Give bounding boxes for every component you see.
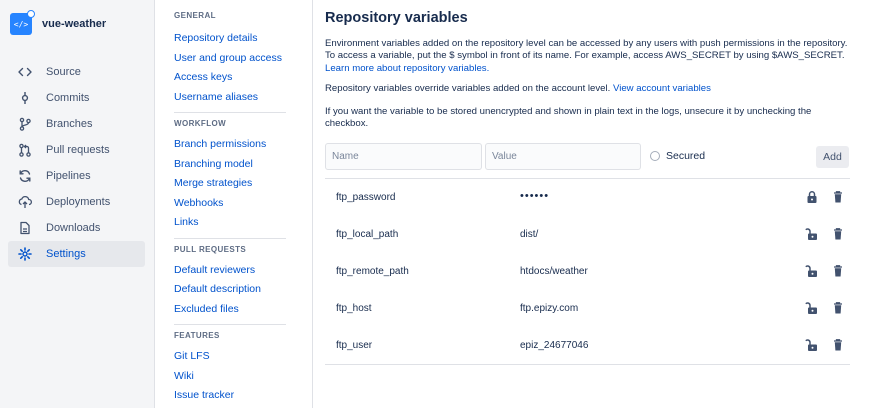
branch-icon	[18, 117, 32, 131]
trash-icon[interactable]	[832, 264, 844, 278]
override-text: Repository variables override variables …	[325, 83, 850, 95]
trash-icon[interactable]	[832, 227, 844, 241]
settings-link-default-reviewers[interactable]: Default reviewers	[174, 261, 286, 281]
pull-request-icon	[18, 143, 32, 157]
divider	[174, 324, 286, 325]
variable-row: ftp_local_path dist/	[325, 216, 850, 253]
secured-label: Secured	[666, 150, 706, 162]
nav-label: Pull requests	[46, 144, 110, 156]
variable-name: ftp_user	[336, 340, 373, 351]
column-divider	[312, 0, 313, 408]
variable-value: ftp.epizy.com	[520, 303, 579, 314]
commit-icon	[18, 91, 32, 105]
settings-link-access-keys[interactable]: Access keys	[174, 68, 286, 88]
deployments-icon	[18, 195, 32, 209]
repo-nav: Source Commits Branches Pull requests Pi…	[8, 59, 145, 267]
checkbox-icon[interactable]	[650, 151, 660, 161]
trash-icon[interactable]	[832, 190, 844, 204]
settings-link-excluded-files[interactable]: Excluded files	[174, 300, 286, 320]
variable-value: dist/	[520, 229, 539, 240]
intro-body: Environment variables added on the repos…	[325, 38, 848, 62]
add-variable-form: Secured Add	[325, 143, 850, 170]
repo-sidebar: </> vue-weather Source Commits Branches …	[0, 0, 155, 408]
nav-item-downloads[interactable]: Downloads	[8, 215, 145, 241]
section-heading-general: GENERAL	[174, 11, 216, 20]
variable-name: ftp_local_path	[336, 229, 399, 240]
settings-link-default-description[interactable]: Default description	[174, 280, 286, 300]
override-body: Repository variables override variables …	[325, 83, 611, 94]
settings-link-webhooks[interactable]: Webhooks	[174, 194, 286, 214]
settings-link-branching-model[interactable]: Branching model	[174, 155, 286, 175]
settings-link-username-aliases[interactable]: Username aliases	[174, 88, 286, 108]
nav-item-pull-requests[interactable]: Pull requests	[8, 137, 145, 163]
variable-value: htdocs/weather	[520, 266, 588, 277]
nav-label: Pipelines	[46, 170, 91, 182]
variable-name: ftp_password	[336, 192, 396, 203]
add-variable-button[interactable]: Add	[816, 146, 849, 168]
secured-checkbox[interactable]: Secured	[650, 150, 705, 162]
nav-item-branches[interactable]: Branches	[8, 111, 145, 137]
nav-item-commits[interactable]: Commits	[8, 85, 145, 111]
learn-more-link[interactable]: Learn more about repository variables.	[325, 63, 489, 74]
intro-text: Environment variables added on the repos…	[325, 38, 850, 75]
settings-nav: GENERAL Repository details User and grou…	[174, 0, 286, 408]
nav-item-pipelines[interactable]: Pipelines	[8, 163, 145, 189]
nav-label: Source	[46, 66, 81, 78]
settings-link-repository-details[interactable]: Repository details	[174, 29, 286, 49]
settings-link-user-group-access[interactable]: User and group access	[174, 49, 286, 69]
repo-avatar: </>	[10, 10, 35, 35]
unlock-icon[interactable]	[805, 338, 819, 352]
variable-name: ftp_remote_path	[336, 266, 409, 277]
variable-row: ftp_user epiz_24677046	[325, 327, 850, 364]
settings-link-issue-tracker[interactable]: Issue tracker	[174, 386, 286, 406]
unlock-icon[interactable]	[805, 301, 819, 315]
repo-header[interactable]: </> vue-weather	[10, 10, 106, 35]
trash-icon[interactable]	[832, 338, 844, 352]
section-heading-pull-requests: PULL REQUESTS	[174, 244, 247, 254]
nav-label: Branches	[46, 118, 93, 130]
downloads-icon	[18, 221, 32, 235]
variable-name: ftp_host	[336, 303, 372, 314]
repo-name[interactable]: vue-weather	[42, 18, 106, 30]
settings-link-links[interactable]: Links	[174, 213, 286, 233]
gear-icon	[18, 247, 32, 261]
unlock-icon[interactable]	[805, 264, 819, 278]
nav-label: Settings	[46, 248, 86, 260]
variable-name-input[interactable]	[325, 143, 482, 170]
variable-row: ftp_host ftp.epizy.com	[325, 290, 850, 327]
section-heading-workflow: WORKFLOW	[174, 119, 227, 128]
divider	[174, 237, 286, 239]
view-account-variables-link[interactable]: View account variables	[613, 83, 711, 94]
nav-item-source[interactable]: Source	[8, 59, 145, 85]
divider	[174, 112, 286, 113]
variable-value: ••••••	[520, 190, 550, 202]
variable-row: ftp_remote_path htdocs/weather	[325, 253, 850, 290]
variable-value: epiz_24677046	[520, 340, 589, 351]
code-icon	[18, 65, 32, 79]
settings-link-branch-permissions[interactable]: Branch permissions	[174, 135, 286, 155]
nav-label: Downloads	[46, 222, 101, 234]
nav-item-settings[interactable]: Settings	[8, 241, 145, 267]
unlock-icon[interactable]	[805, 227, 819, 241]
lock-icon[interactable]	[805, 190, 819, 204]
page-title: Repository variables	[325, 10, 468, 26]
private-lock-icon	[27, 10, 35, 18]
section-heading-features: FEATURES	[174, 331, 220, 340]
nav-label: Deployments	[46, 196, 111, 208]
variable-value-input[interactable]	[485, 143, 641, 170]
settings-link-wiki[interactable]: Wiki	[174, 367, 286, 387]
settings-link-merge-strategies[interactable]: Merge strategies	[174, 174, 286, 194]
nav-label: Commits	[46, 92, 90, 104]
variable-row: ftp_password ••••••	[325, 179, 850, 216]
repo-avatar-glyph: </>	[13, 19, 29, 29]
variables-table: ftp_password •••••• ftp_local_path dist/ftp…	[325, 178, 850, 365]
nav-item-deployments[interactable]: Deployments	[8, 189, 145, 215]
secured-note: If you want the variable to be stored un…	[325, 106, 812, 130]
settings-link-git-lfs[interactable]: Git LFS	[174, 347, 286, 367]
trash-icon[interactable]	[832, 301, 844, 315]
pipelines-icon	[18, 169, 32, 183]
